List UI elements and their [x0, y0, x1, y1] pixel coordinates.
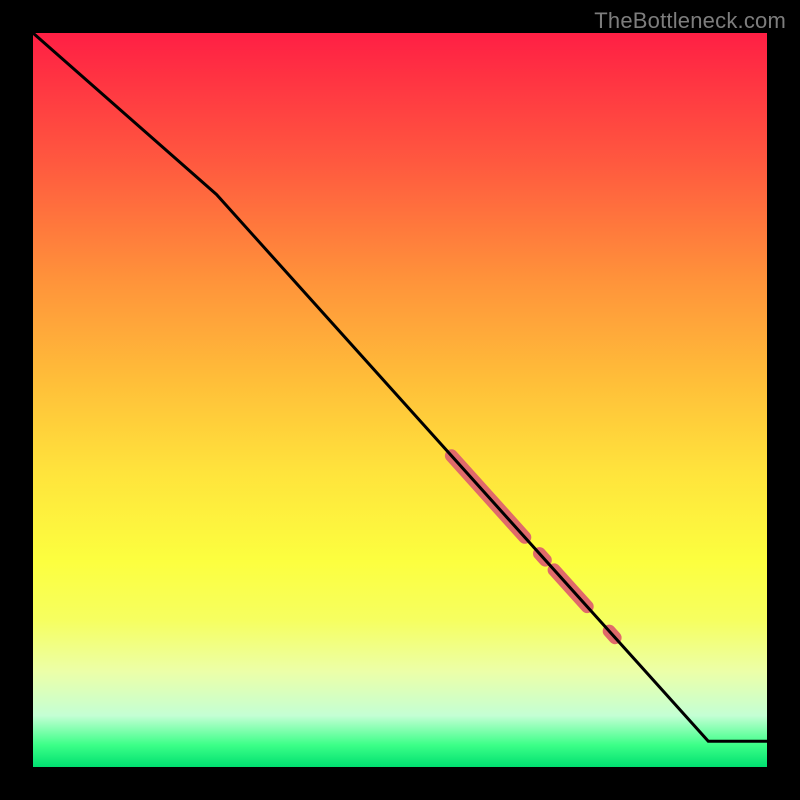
chart-overlay: [33, 33, 767, 767]
main-curve: [33, 33, 767, 741]
outer-frame: TheBottleneck.com: [0, 0, 800, 800]
watermark-text: TheBottleneck.com: [594, 8, 786, 34]
